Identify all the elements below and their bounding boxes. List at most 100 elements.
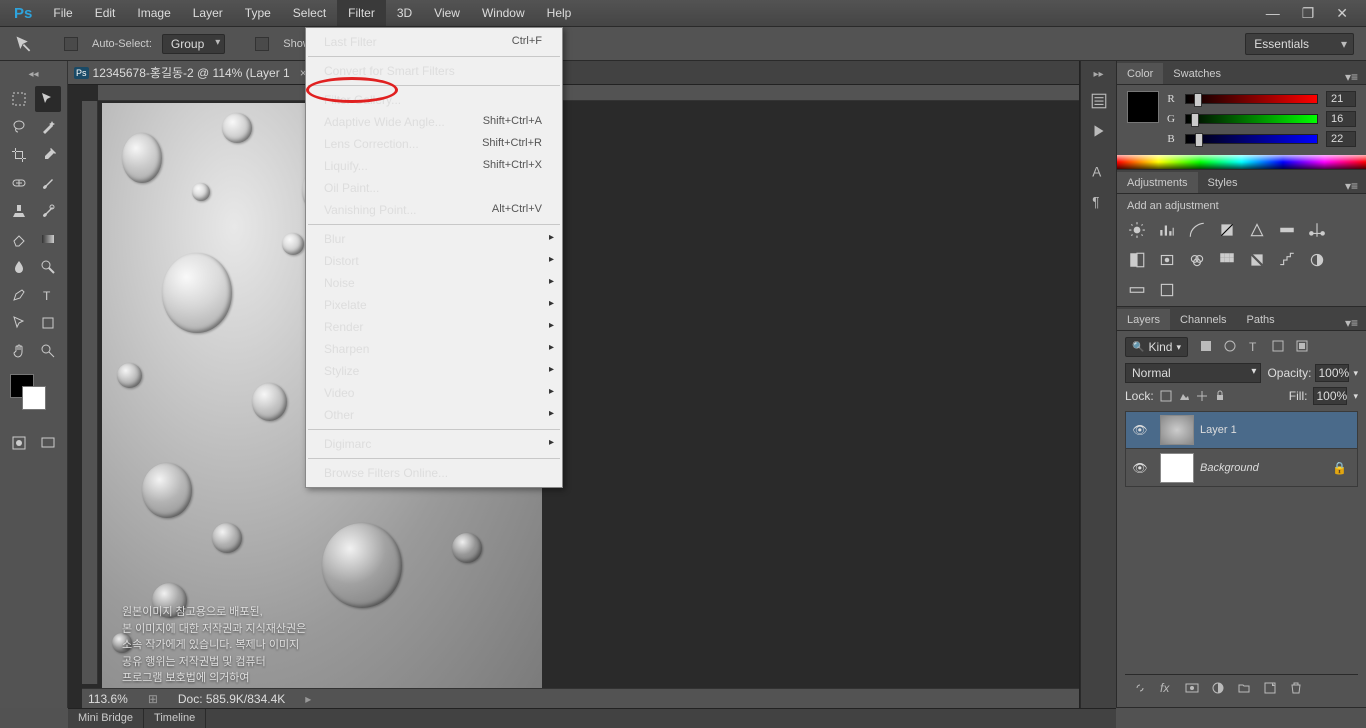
r-value[interactable]: 21 [1326, 91, 1356, 107]
adjustments-menu-icon[interactable]: ▾≡ [1337, 179, 1366, 193]
menu-select[interactable]: Select [282, 0, 337, 26]
layer-thumbnail[interactable] [1160, 415, 1194, 445]
posterize-icon[interactable] [1277, 250, 1297, 270]
visibility-icon[interactable]: 👁 [1126, 423, 1154, 437]
layers-menu-icon[interactable]: ▾≡ [1337, 316, 1366, 330]
type-tool[interactable]: T [35, 282, 61, 308]
channels-tab[interactable]: Channels [1170, 309, 1236, 330]
menu-type[interactable]: Type [234, 0, 282, 26]
color-panel-menu-icon[interactable]: ▾≡ [1337, 70, 1366, 84]
timeline-tab[interactable]: Timeline [144, 709, 206, 728]
menu-other[interactable]: Other [306, 404, 562, 426]
menu-filter[interactable]: Filter [337, 0, 386, 26]
marquee-tool[interactable] [6, 86, 32, 112]
exposure-icon[interactable] [1217, 220, 1237, 240]
color-balance-icon[interactable] [1307, 220, 1327, 240]
status-nav-icon[interactable]: ⊞ [148, 692, 158, 706]
brush-tool[interactable] [35, 170, 61, 196]
menu-liquify[interactable]: Liquify...Shift+Ctrl+X [306, 155, 562, 177]
link-layers-icon[interactable] [1133, 681, 1147, 695]
r-slider[interactable] [1185, 94, 1318, 104]
gradient-tool[interactable] [35, 226, 61, 252]
crop-tool[interactable] [6, 142, 32, 168]
b-slider[interactable] [1185, 134, 1318, 144]
lasso-tool[interactable] [6, 114, 32, 140]
menu-video[interactable]: Video [306, 382, 562, 404]
brightness-icon[interactable] [1127, 220, 1147, 240]
layer-row[interactable]: 👁 Layer 1 [1125, 411, 1358, 449]
color-swatches[interactable] [10, 374, 50, 414]
close-button[interactable]: ✕ [1336, 5, 1348, 22]
spectrum-bar[interactable] [1117, 155, 1366, 169]
adjustments-tab[interactable]: Adjustments [1117, 172, 1198, 193]
g-slider[interactable] [1185, 114, 1318, 124]
actions-panel-icon[interactable] [1081, 116, 1116, 146]
menu-noise[interactable]: Noise [306, 272, 562, 294]
bw-icon[interactable] [1127, 250, 1147, 270]
history-brush-tool[interactable] [35, 198, 61, 224]
filter-smart-icon[interactable] [1295, 339, 1309, 353]
fill-value[interactable]: 100% [1313, 387, 1347, 405]
photo-filter-icon[interactable] [1157, 250, 1177, 270]
menu-browse-filters[interactable]: Browse Filters Online... [306, 462, 562, 484]
healing-brush-tool[interactable] [6, 170, 32, 196]
paths-tab[interactable]: Paths [1237, 309, 1285, 330]
layer-mask-icon[interactable] [1185, 681, 1199, 695]
menu-layer[interactable]: Layer [182, 0, 234, 26]
menu-oil-paint[interactable]: Oil Paint... [306, 177, 562, 199]
curves-icon[interactable] [1187, 220, 1207, 240]
expand-panels[interactable]: ▸▸ [1081, 69, 1116, 80]
quick-mask-tool[interactable] [10, 430, 29, 456]
color-preview[interactable] [1127, 91, 1159, 123]
layer-name[interactable]: Background [1200, 462, 1259, 474]
styles-tab[interactable]: Styles [1198, 172, 1248, 193]
show-transform-checkbox[interactable] [255, 37, 269, 51]
menu-filter-gallery[interactable]: Filter Gallery... [306, 89, 562, 111]
gradient-map-icon[interactable] [1127, 280, 1147, 300]
tools-collapse[interactable]: ◂◂ [0, 69, 67, 80]
lock-all-icon[interactable] [1214, 390, 1226, 402]
mini-bridge-tab[interactable]: Mini Bridge [68, 709, 144, 728]
blur-tool[interactable] [6, 254, 32, 280]
zoom-tool[interactable] [35, 338, 61, 364]
color-tab[interactable]: Color [1117, 63, 1163, 84]
visibility-icon[interactable]: 👁 [1126, 461, 1154, 475]
dodge-tool[interactable] [35, 254, 61, 280]
lock-image-icon[interactable] [1178, 390, 1190, 402]
menu-edit[interactable]: Edit [84, 0, 127, 26]
history-panel-icon[interactable] [1081, 86, 1116, 116]
document-tab[interactable]: Ps 12345678-홍길동-2 @ 114% (Layer 1 × [68, 61, 318, 84]
filter-type-icon[interactable]: T [1247, 339, 1261, 353]
opacity-value[interactable]: 100% [1315, 364, 1349, 382]
workspace-dropdown[interactable]: Essentials [1245, 33, 1354, 55]
layer-filter-kind[interactable]: 🔍Kind▾ [1125, 337, 1188, 357]
invert-icon[interactable] [1247, 250, 1267, 270]
char-panel-icon[interactable]: A [1081, 156, 1116, 186]
b-value[interactable]: 22 [1326, 131, 1356, 147]
threshold-icon[interactable] [1307, 250, 1327, 270]
auto-select-checkbox[interactable] [64, 37, 78, 51]
screen-mode-tool[interactable] [39, 430, 58, 456]
eraser-tool[interactable] [6, 226, 32, 252]
menu-pixelate[interactable]: Pixelate [306, 294, 562, 316]
menu-vanishing-point[interactable]: Vanishing Point...Alt+Ctrl+V [306, 199, 562, 221]
layer-row[interactable]: 👁 Background 🔒 [1125, 449, 1358, 487]
move-tool[interactable] [35, 86, 61, 112]
clone-stamp-tool[interactable] [6, 198, 32, 224]
delete-layer-icon[interactable] [1289, 681, 1303, 695]
zoom-level[interactable]: 113.6% [88, 692, 128, 706]
layer-fx-icon[interactable]: fx [1159, 681, 1173, 695]
minimize-button[interactable]: — [1266, 5, 1280, 22]
vibrance-icon[interactable] [1247, 220, 1267, 240]
layer-name[interactable]: Layer 1 [1200, 424, 1237, 436]
menu-sharpen[interactable]: Sharpen [306, 338, 562, 360]
menu-adaptive-wide-angle[interactable]: Adaptive Wide Angle...Shift+Ctrl+A [306, 111, 562, 133]
group-layers-icon[interactable] [1237, 681, 1251, 695]
lock-transparency-icon[interactable] [1160, 390, 1172, 402]
paragraph-panel-icon[interactable]: ¶ [1081, 186, 1116, 216]
eyedropper-tool[interactable] [35, 142, 61, 168]
menu-help[interactable]: Help [536, 0, 583, 26]
blend-mode-dropdown[interactable]: Normal [1125, 363, 1261, 383]
auto-select-dropdown[interactable]: Group [162, 34, 225, 54]
menu-3d[interactable]: 3D [386, 0, 423, 26]
